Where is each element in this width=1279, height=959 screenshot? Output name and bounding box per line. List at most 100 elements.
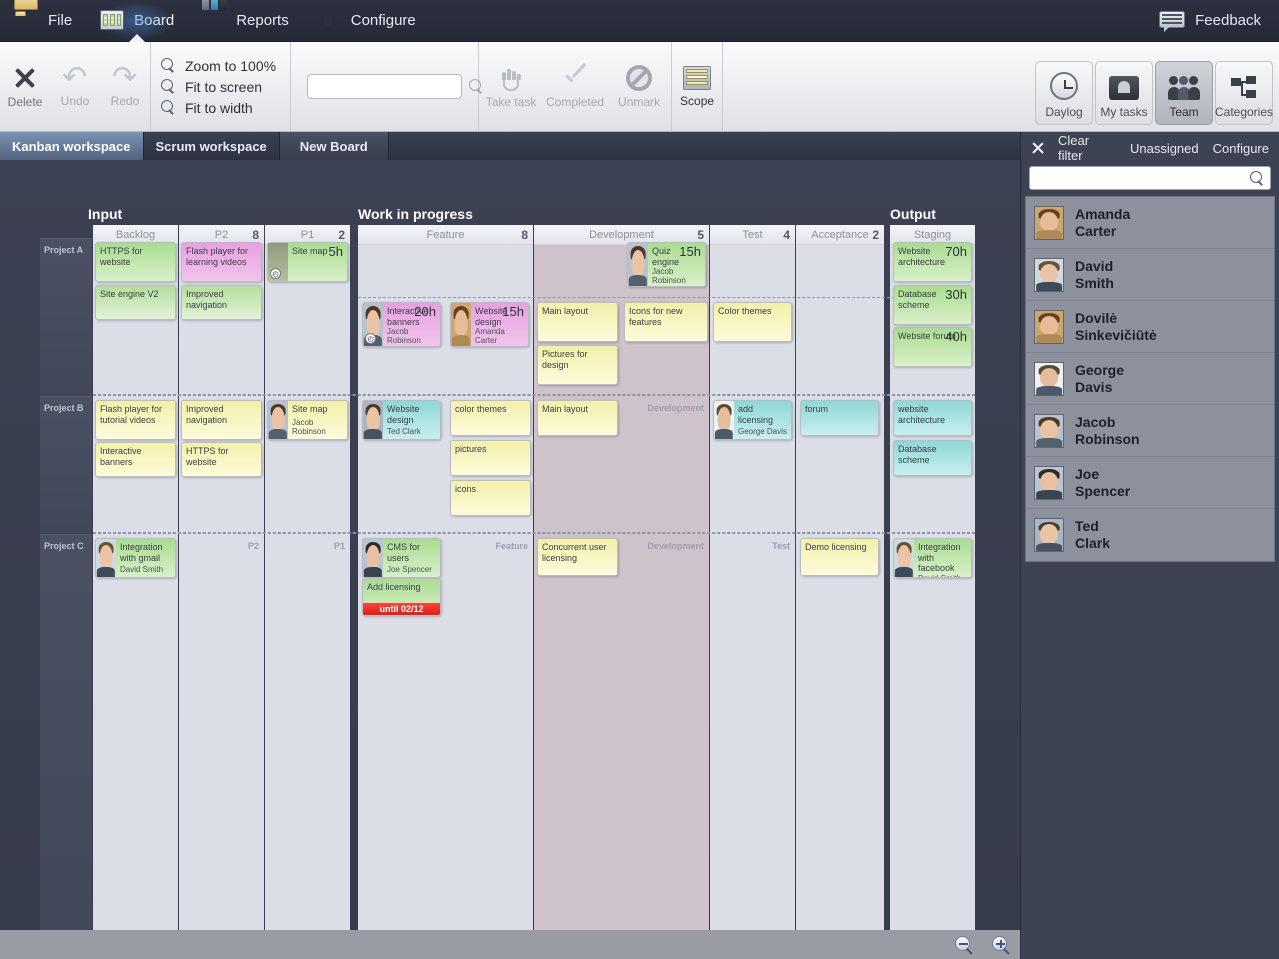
team-search-box[interactable] xyxy=(1029,166,1271,190)
team-member-item[interactable]: George Davis xyxy=(1026,353,1274,405)
swimlane-label[interactable]: Project A xyxy=(40,238,92,395)
redo-icon xyxy=(112,60,138,95)
team-search-input[interactable] xyxy=(1035,171,1250,185)
task-card[interactable]: Icons for new features xyxy=(624,302,708,342)
configure-filter-button[interactable]: Configure xyxy=(1213,141,1269,156)
column-body[interactable]: AcceptanceAcceptanceAcceptance xyxy=(796,245,884,930)
zoom-to-100-item[interactable]: Zoom to 100% xyxy=(161,58,276,74)
scope-button[interactable]: Scope xyxy=(672,42,722,131)
task-card[interactable]: Integration with facebookDavid Smith xyxy=(893,538,972,578)
task-card[interactable]: Integration with gmail David Smith xyxy=(95,538,176,578)
daylog-button[interactable]: Daylog xyxy=(1035,61,1093,125)
fit-to-screen-item[interactable]: Fit to screen xyxy=(161,79,276,95)
task-card[interactable]: website architecture xyxy=(893,400,972,436)
swimlane-label[interactable]: Project C xyxy=(40,534,92,930)
avatar xyxy=(1035,414,1063,447)
board-search-box[interactable] xyxy=(307,74,482,99)
task-card[interactable]: Interactive banners xyxy=(95,442,176,477)
card-hours: 15h xyxy=(502,304,524,319)
column-footer-label: Feature xyxy=(495,541,528,551)
task-card[interactable]: Flash player for learning videos xyxy=(181,242,262,282)
tab-scrum-workspace[interactable]: Scrum workspace xyxy=(144,132,280,160)
search-input[interactable] xyxy=(314,79,470,94)
card-hours: 20h xyxy=(414,304,436,319)
task-card[interactable]: 70h Website architecture xyxy=(893,242,972,282)
zoom-in-button[interactable] xyxy=(992,936,1010,955)
task-card[interactable]: Demo licensing xyxy=(800,538,879,576)
task-card[interactable]: 15h Website design Amanda Carter xyxy=(450,302,529,347)
team-member-item[interactable]: Amanda Carter xyxy=(1026,197,1274,249)
redo-button[interactable]: Redo xyxy=(100,42,150,131)
card-title: add licensing xyxy=(738,404,774,425)
column-body[interactable]: P2P2P2 xyxy=(179,245,264,930)
delete-button[interactable]: Delete xyxy=(0,42,50,131)
task-card[interactable]: 30h Database scheme xyxy=(893,285,972,325)
completed-label: Completed xyxy=(546,94,605,109)
card-title: website architecture xyxy=(898,404,946,425)
task-card[interactable]: icons xyxy=(450,480,531,516)
team-member-item[interactable]: Jacob Robinson xyxy=(1026,405,1274,457)
task-card[interactable]: 15h Quiz engine Jacob Robinson xyxy=(627,242,706,287)
zoom-out-button[interactable] xyxy=(955,936,973,955)
undo-button[interactable]: Undo xyxy=(50,42,100,131)
team-member-item[interactable]: Joe Spencer xyxy=(1026,457,1274,509)
task-card[interactable]: Color themes xyxy=(713,302,792,342)
column-body[interactable]: P1P1P1 xyxy=(265,245,350,930)
task-card[interactable]: Improved navigation xyxy=(181,400,262,440)
unmark-button[interactable]: Unmark xyxy=(607,42,671,131)
my-tasks-button[interactable]: My tasks xyxy=(1095,61,1153,125)
card-title: icons xyxy=(455,484,477,494)
task-card[interactable]: Main layout xyxy=(537,302,618,342)
task-card[interactable]: Site map Jacob Robinson xyxy=(267,400,348,440)
team-member-item[interactable]: Dovilė Sinkevičiūtė xyxy=(1026,301,1274,353)
feedback-button[interactable]: Feedback xyxy=(1149,0,1279,42)
task-card[interactable]: CMS for users Joe Spencer xyxy=(362,538,441,578)
menu-item-file[interactable]: File xyxy=(0,0,86,42)
task-card[interactable]: HTTPS for website xyxy=(95,242,176,282)
task-card[interactable]: Website design Ted Clark xyxy=(362,400,441,440)
card-assignee: Jacob Robinson xyxy=(387,327,421,346)
column-body[interactable]: TestTestTest xyxy=(710,245,795,930)
unassigned-button[interactable]: Unassigned xyxy=(1130,141,1199,156)
task-card[interactable]: 20h Interactive banners Jacob Robinson ◴ xyxy=(362,302,441,347)
column-body[interactable]: BacklogBacklogBacklog xyxy=(93,245,178,930)
task-card[interactable]: Improved navigation xyxy=(181,285,262,320)
team-button[interactable]: Team xyxy=(1155,61,1213,125)
clear-filter-icon[interactable] xyxy=(1031,142,1044,155)
task-card[interactable]: HTTPS for website xyxy=(181,442,262,477)
task-card[interactable]: pictures xyxy=(450,440,531,476)
team-member-list: Amanda Carter David Smith Dovilė Sinkevičiūtė… xyxy=(1025,196,1275,562)
task-card[interactable]: forum xyxy=(800,400,879,436)
task-card[interactable]: Add licensing until 02/12 xyxy=(362,578,441,616)
menu-item-board[interactable]: Board xyxy=(86,0,188,42)
team-icon xyxy=(1168,76,1200,100)
completed-button[interactable]: Completed xyxy=(543,42,607,131)
card-body: 15h Quiz engine Jacob Robinson xyxy=(648,243,705,286)
team-member-item[interactable]: Ted Clark xyxy=(1026,509,1274,561)
fit-to-width-item[interactable]: Fit to width xyxy=(161,100,276,116)
task-card[interactable]: Database scheme xyxy=(893,440,972,476)
tab-kanban-workspace[interactable]: Kanban workspace xyxy=(0,132,144,160)
menu-item-reports[interactable]: Reports xyxy=(188,0,303,42)
card-hours: 40h xyxy=(945,329,967,344)
column-title: Acceptance 2 xyxy=(796,225,884,245)
swimlane-label[interactable]: Project B xyxy=(40,396,92,533)
task-card[interactable]: Flash player for tutorial videos xyxy=(95,400,176,440)
team-member-item[interactable]: David Smith xyxy=(1026,249,1274,301)
task-card[interactable]: Site engine V2 xyxy=(95,285,176,320)
task-card[interactable]: add licensing George Davis xyxy=(713,400,792,440)
task-card[interactable]: Pictures for design xyxy=(537,345,618,385)
task-card[interactable]: Concurrent user licensing xyxy=(537,538,618,576)
task-card[interactable]: 5h Site map ◴ xyxy=(267,242,348,282)
categories-button[interactable]: Categories xyxy=(1215,61,1273,125)
tab-new-board[interactable]: New Board xyxy=(279,132,389,160)
task-card[interactable]: 40h Website forum xyxy=(893,327,972,367)
take-task-button[interactable]: Take task xyxy=(479,42,543,131)
task-card[interactable]: Main layout xyxy=(537,400,618,436)
task-card[interactable]: color themes xyxy=(450,400,531,436)
column-title-label: P2 xyxy=(214,228,229,241)
clear-filter-button[interactable]: Clear filter xyxy=(1058,133,1116,163)
card-assignee: George Davis xyxy=(738,427,787,436)
menu-item-configure[interactable]: Configure xyxy=(303,0,430,42)
unmark-icon xyxy=(626,64,653,91)
